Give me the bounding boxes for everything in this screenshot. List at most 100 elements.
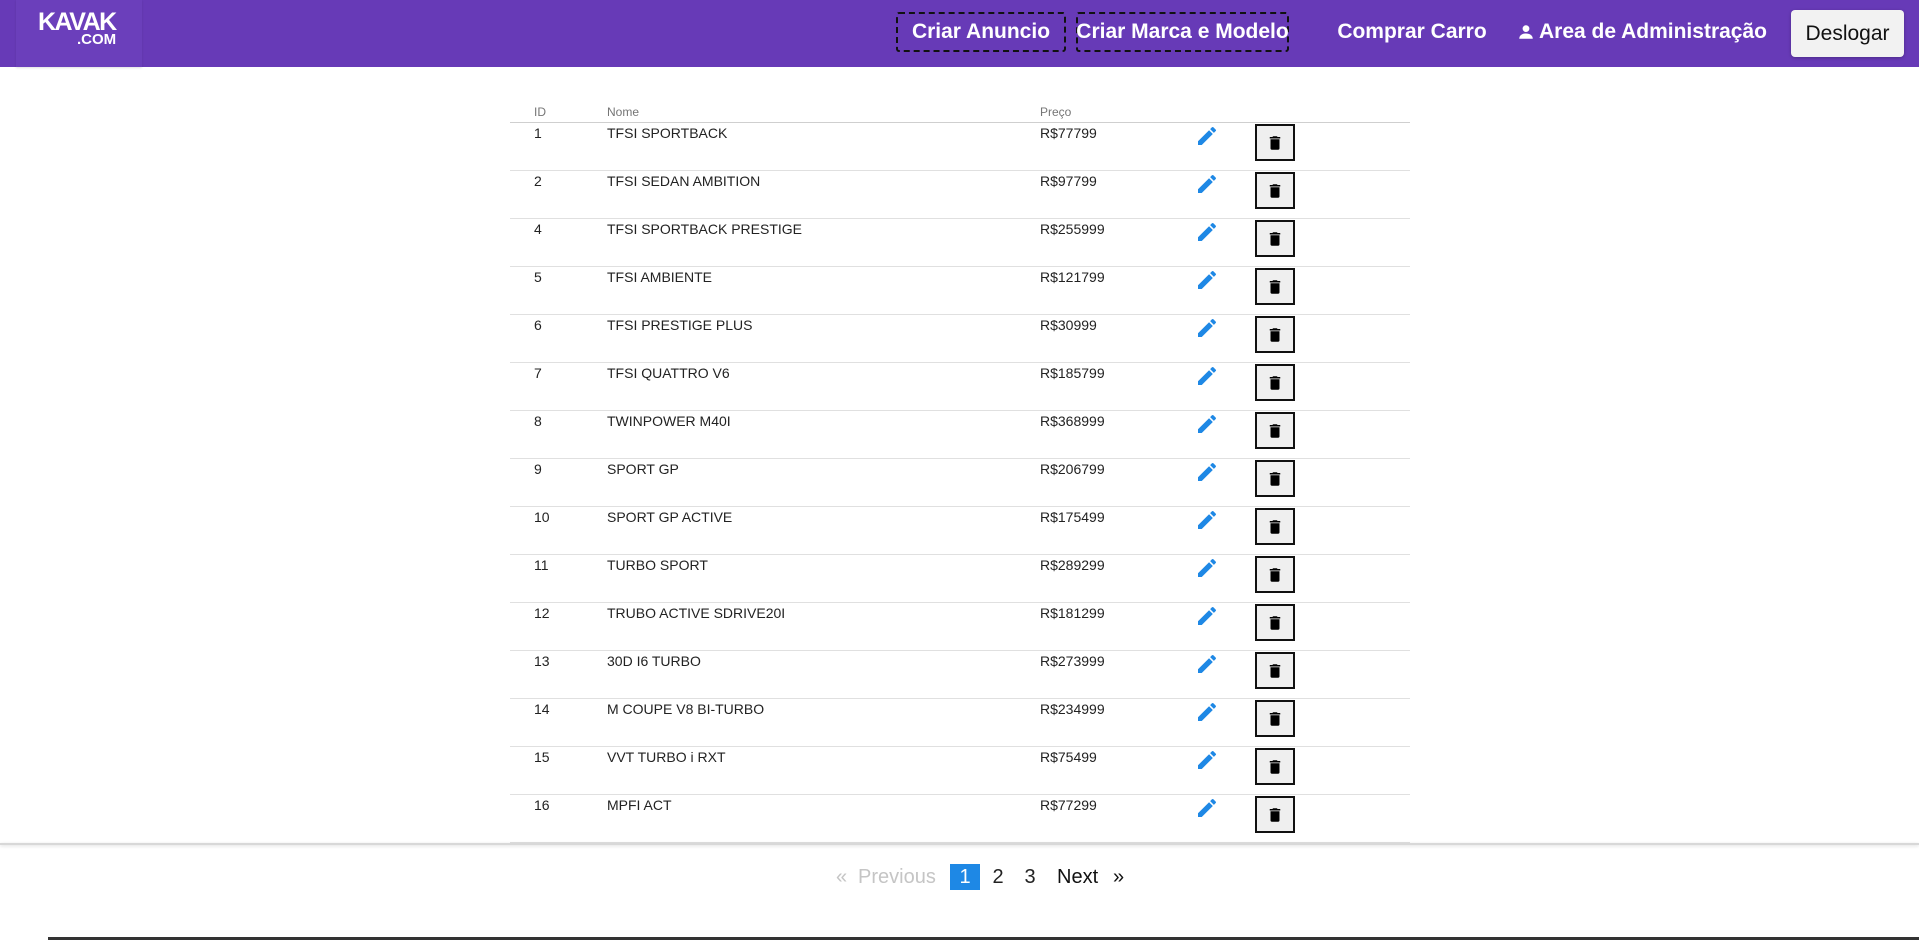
pagination-prev-arrow: « xyxy=(836,865,848,888)
cell-id: 11 xyxy=(534,557,549,573)
edit-button[interactable] xyxy=(1195,412,1219,436)
nav-criar-anuncio[interactable]: Criar Anuncio xyxy=(896,12,1066,52)
edit-button[interactable] xyxy=(1195,700,1219,724)
pencil-icon xyxy=(1198,366,1217,385)
table-row: 14 M COUPE V8 BI-TURBO R$234999 xyxy=(510,699,1410,747)
cell-id: 12 xyxy=(534,605,550,621)
cell-preco: R$175499 xyxy=(1040,509,1105,525)
delete-button[interactable] xyxy=(1255,604,1295,641)
brand-logo[interactable]: KAVAK .COM xyxy=(16,0,142,67)
edit-button[interactable] xyxy=(1195,556,1219,580)
nav-criar-marca-modelo[interactable]: Criar Marca e Modelo xyxy=(1076,12,1289,52)
delete-button[interactable] xyxy=(1255,700,1295,737)
nav-criar-marca-label: Criar Marca e Modelo xyxy=(1076,20,1289,43)
edit-button[interactable] xyxy=(1195,460,1219,484)
cell-id: 1 xyxy=(534,125,542,141)
edit-button[interactable] xyxy=(1195,316,1219,340)
trash-icon xyxy=(1269,327,1281,342)
logout-label: Deslogar xyxy=(1805,21,1890,45)
trash-icon xyxy=(1269,807,1281,822)
cell-nome: TFSI SPORTBACK PRESTIGE xyxy=(607,221,803,237)
person-icon xyxy=(1519,25,1533,39)
pencil-icon xyxy=(1198,462,1217,481)
pagination-page-2[interactable]: 2 xyxy=(983,864,1013,890)
cell-preco: R$368999 xyxy=(1040,413,1105,429)
cell-id: 7 xyxy=(534,365,542,381)
cell-nome: SPORT GP xyxy=(607,461,679,477)
trash-icon xyxy=(1269,183,1281,198)
pencil-icon xyxy=(1198,318,1217,337)
pencil-icon xyxy=(1198,558,1217,577)
delete-button[interactable] xyxy=(1255,460,1295,497)
header-preco: Preço xyxy=(1040,105,1072,119)
table-header: ID Nome Preço xyxy=(510,104,1410,123)
delete-button[interactable] xyxy=(1255,220,1295,257)
table-row: 7 TFSI QUATTRO V6 R$185799 xyxy=(510,363,1410,411)
cell-nome: TFSI SEDAN AMBITION xyxy=(607,173,761,189)
cell-id: 8 xyxy=(534,413,542,429)
pencil-icon xyxy=(1198,414,1217,433)
cell-id: 14 xyxy=(534,701,550,717)
delete-button[interactable] xyxy=(1255,316,1295,353)
cell-nome: TFSI QUATTRO V6 xyxy=(607,365,730,381)
cars-table: ID Nome Preço 1 TFSI SPORTBACK R$77799 2 TFS… xyxy=(510,104,1410,843)
cell-id: 6 xyxy=(534,317,542,333)
table-row: 1 TFSI SPORTBACK R$77799 xyxy=(510,123,1410,171)
pagination-page-3[interactable]: 3 xyxy=(1015,864,1045,890)
cell-preco: R$273999 xyxy=(1040,653,1105,669)
trash-icon xyxy=(1269,231,1281,246)
nav-area-admin-label: Area de Administração xyxy=(1539,20,1767,43)
delete-button[interactable] xyxy=(1255,652,1295,689)
edit-button[interactable] xyxy=(1195,652,1219,676)
pagination-next-arrow[interactable]: » xyxy=(1113,866,1124,889)
table-row: 10 SPORT GP ACTIVE R$175499 xyxy=(510,507,1410,555)
pagination-previous: Previous xyxy=(858,865,936,888)
pagination-page-1[interactable]: 1 xyxy=(950,864,980,890)
pencil-icon xyxy=(1198,654,1217,673)
table-row: 6 TFSI PRESTIGE PLUS R$30999 xyxy=(510,315,1410,363)
nav-comprar-carro-label: Comprar Carro xyxy=(1337,20,1487,43)
edit-button[interactable] xyxy=(1195,124,1219,148)
table-row: 2 TFSI SEDAN AMBITION R$97799 xyxy=(510,171,1410,219)
table-row: 13 30D I6 TURBO R$273999 xyxy=(510,651,1410,699)
nav-area-administracao[interactable]: Area de Administração xyxy=(1515,12,1769,52)
pencil-icon xyxy=(1198,222,1217,241)
cell-nome: TFSI SPORTBACK xyxy=(607,125,728,141)
edit-button[interactable] xyxy=(1195,604,1219,628)
edit-button[interactable] xyxy=(1195,508,1219,532)
delete-button[interactable] xyxy=(1255,268,1295,305)
trash-icon xyxy=(1269,567,1281,582)
delete-button[interactable] xyxy=(1255,124,1295,161)
edit-button[interactable] xyxy=(1195,220,1219,244)
delete-button[interactable] xyxy=(1255,364,1295,401)
logout-button[interactable]: Deslogar xyxy=(1791,10,1904,57)
trash-icon xyxy=(1269,663,1281,678)
delete-button[interactable] xyxy=(1255,172,1295,209)
cell-preco: R$181299 xyxy=(1040,605,1105,621)
table-row: 11 TURBO SPORT R$289299 xyxy=(510,555,1410,603)
delete-button[interactable] xyxy=(1255,796,1295,833)
cell-preco: R$75499 xyxy=(1040,749,1097,765)
delete-button[interactable] xyxy=(1255,556,1295,593)
pencil-icon xyxy=(1198,798,1217,817)
edit-button[interactable] xyxy=(1195,748,1219,772)
edit-button[interactable] xyxy=(1195,364,1219,388)
edit-button[interactable] xyxy=(1195,268,1219,292)
cell-id: 2 xyxy=(534,173,542,189)
nav-comprar-carro[interactable]: Comprar Carro xyxy=(1334,12,1490,52)
edit-button[interactable] xyxy=(1195,796,1219,820)
edit-button[interactable] xyxy=(1195,172,1219,196)
pencil-icon xyxy=(1198,702,1217,721)
cell-id: 16 xyxy=(534,797,550,813)
header-id: ID xyxy=(534,105,546,119)
cell-nome: SPORT GP ACTIVE xyxy=(607,509,733,525)
cell-id: 15 xyxy=(534,749,550,765)
cell-id: 9 xyxy=(534,461,542,477)
cell-nome: TRUBO ACTIVE SDRIVE20I xyxy=(607,605,786,621)
delete-button[interactable] xyxy=(1255,508,1295,545)
delete-button[interactable] xyxy=(1255,748,1295,785)
cell-id: 13 xyxy=(534,653,550,669)
delete-button[interactable] xyxy=(1255,412,1295,449)
cell-nome: 30D I6 TURBO xyxy=(607,653,701,669)
pagination-next[interactable]: Next xyxy=(1057,866,1098,889)
